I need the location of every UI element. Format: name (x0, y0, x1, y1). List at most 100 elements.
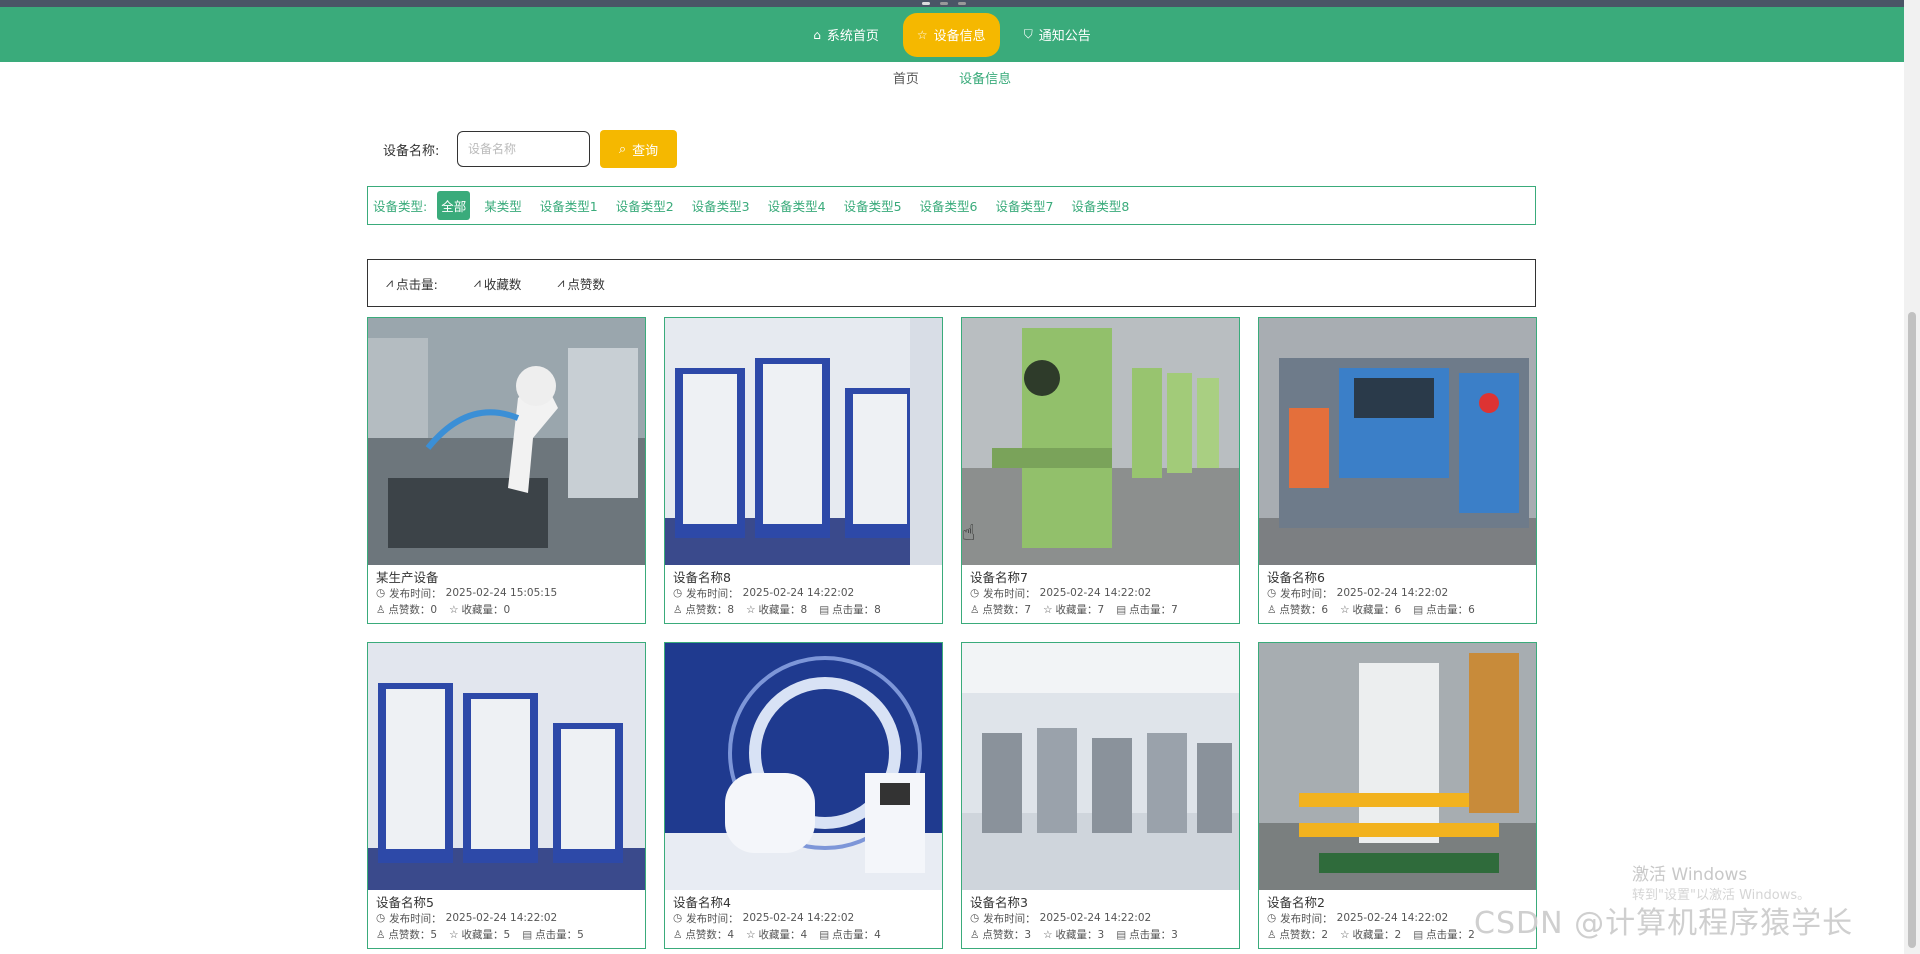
clicks-label: 点击量： (832, 929, 875, 941)
click-icon: ▤ (819, 929, 830, 941)
device-image[interactable] (962, 643, 1239, 890)
breadcrumb-home[interactable]: 首页 (893, 72, 919, 87)
nav-item-devices[interactable]: ☆ 设备信息 (902, 12, 1000, 57)
device-card[interactable]: 设备名称8 ◷ 发布时间： 2025-02-24 14:22:02 ♙ 点赞数：8… (664, 317, 943, 624)
device-card[interactable]: 某生产设备 ◷ 发布时间： 2025-02-24 15:05:15 ♙ 点赞数：0… (367, 317, 646, 624)
device-card[interactable]: 设备名称6 ◷ 发布时间： 2025-02-24 14:22:02 ♙ 点赞数：6… (1258, 317, 1537, 624)
clock-icon: ◷ (1267, 912, 1277, 924)
device-name[interactable]: 设备名称7 (970, 567, 1239, 585)
device-meta: ◷ 发布时间： 2025-02-24 14:22:02 (1267, 584, 1536, 602)
device-image[interactable] (665, 643, 942, 890)
clock-icon: ◷ (673, 912, 683, 924)
sort-by-clicks[interactable]: ⩘ 点击量: (386, 274, 438, 293)
clicks-count: 3 (1171, 929, 1178, 941)
thumb-icon: ♙ (970, 604, 980, 616)
publish-time: 2025-02-24 15:05:15 (445, 587, 558, 599)
thumb-icon: ♙ (376, 604, 386, 616)
search-label: 设备名称: (383, 143, 440, 159)
thumb-icon: ♙ (1267, 604, 1277, 616)
device-image[interactable] (368, 643, 645, 890)
time-label: 发布时间： (1280, 587, 1333, 600)
type-filter-item[interactable]: 设备类型5 (844, 196, 902, 215)
favs-label: 收藏量： (758, 929, 801, 941)
likes-count: 2 (1321, 929, 1329, 941)
star-icon: ☆ (1043, 604, 1053, 616)
device-image[interactable] (368, 318, 645, 565)
search-input[interactable] (457, 131, 590, 167)
csdn-watermark: CSDN @计算机程序猿学长 (1474, 906, 1854, 941)
carousel-dot[interactable] (922, 2, 930, 5)
sort-by-likes[interactable]: ⩘ 点赞数 (557, 274, 605, 293)
breadcrumb-current: 设备信息 (959, 72, 1012, 87)
likes-count: 4 (727, 929, 735, 941)
favs-count: 7 (1097, 604, 1105, 616)
type-filter-item[interactable]: 设备类型4 (768, 196, 826, 215)
device-name[interactable]: 设备名称5 (376, 892, 645, 910)
publish-time: 2025-02-24 14:22:02 (742, 912, 855, 924)
scrollbar[interactable] (1904, 0, 1920, 954)
time-label: 发布时间： (983, 912, 1036, 925)
device-name[interactable]: 设备名称8 (673, 567, 942, 585)
device-card[interactable]: 设备名称3 ◷ 发布时间： 2025-02-24 14:22:02 ♙ 点赞数：3… (961, 642, 1240, 949)
search-button[interactable]: ⌕ 查询 (600, 130, 677, 168)
device-image[interactable] (665, 318, 942, 565)
likes-label: 点赞数： (685, 929, 728, 941)
clicks-label: 点击量： (1129, 604, 1172, 616)
device-card[interactable]: 设备名称4 ◷ 发布时间： 2025-02-24 14:22:02 ♙ 点赞数：4… (664, 642, 943, 949)
favs-count: 4 (800, 929, 808, 941)
nav-item-notices[interactable]: ⛉ 通知公告 (1010, 13, 1105, 57)
type-filter-item[interactable]: 全部 (437, 191, 471, 220)
device-name[interactable]: 设备名称6 (1267, 567, 1536, 585)
star-icon: ☆ (1340, 929, 1350, 941)
device-card[interactable]: 设备名称5 ◷ 发布时间： 2025-02-24 14:22:02 ♙ 点赞数：5… (367, 642, 646, 949)
type-filter-item[interactable]: 设备类型6 (920, 196, 978, 215)
time-label: 发布时间： (686, 587, 739, 600)
clicks-count: 8 (874, 604, 881, 616)
mouse-cursor-icon: ☝ (962, 521, 976, 546)
main-nav: ⌂ 系统首页 ☆ 设备信息 ⛉ 通知公告 (0, 7, 1904, 62)
device-name[interactable]: 某生产设备 (376, 567, 645, 585)
chart-icon: ⩘ (386, 275, 394, 290)
clock-icon: ◷ (376, 912, 386, 924)
device-stats: ♙ 点赞数：4 ☆ 收藏量：4 ▤ 点击量：4 (673, 927, 942, 942)
favs-label: 收藏量： (1352, 929, 1395, 941)
time-label: 发布时间： (389, 912, 442, 925)
carousel-dot[interactable] (958, 2, 966, 5)
type-filter-item[interactable]: 某类型 (484, 196, 522, 215)
type-filter-item[interactable]: 设备类型8 (1071, 196, 1129, 215)
device-name[interactable]: 设备名称4 (673, 892, 942, 910)
favs-label: 收藏量： (758, 604, 801, 616)
carousel-dot[interactable] (940, 2, 948, 5)
device-stats: ♙ 点赞数：6 ☆ 收藏量：6 ▤ 点击量：6 (1267, 602, 1536, 617)
favs-count: 2 (1394, 929, 1402, 941)
star-icon: ☆ (916, 27, 928, 42)
search-row: 设备名称: ⌕ 查询 (383, 130, 677, 168)
device-image[interactable] (962, 318, 1239, 565)
top-strip (0, 0, 1904, 7)
device-card[interactable]: 设备名称7 ◷ 发布时间： 2025-02-24 14:22:02 ♙ 点赞数：7… (961, 317, 1240, 624)
sort-by-favorites[interactable]: ⩘ 收藏数 (474, 274, 522, 293)
nav-item-home[interactable]: ⌂ 系统首页 (799, 13, 893, 57)
type-filter-item[interactable]: 设备类型7 (995, 196, 1053, 215)
scrollbar-thumb[interactable] (1908, 312, 1916, 948)
publish-time: 2025-02-24 14:22:02 (1039, 587, 1152, 599)
favs-count: 5 (503, 929, 511, 941)
device-image[interactable] (1259, 318, 1536, 565)
thumb-icon: ♙ (673, 604, 683, 616)
sort-label: 收藏数 (483, 276, 522, 292)
clicks-label: 点击量： (1426, 929, 1469, 941)
click-icon: ▤ (819, 604, 830, 616)
likes-count: 8 (727, 604, 735, 616)
device-image[interactable] (1259, 643, 1536, 890)
device-name[interactable]: 设备名称3 (970, 892, 1239, 910)
clicks-label: 点击量： (832, 604, 875, 616)
type-filter-item[interactable]: 设备类型2 (616, 196, 674, 215)
favs-label: 收藏量： (461, 929, 504, 941)
star-icon: ☆ (746, 929, 756, 941)
star-icon: ☆ (449, 604, 459, 616)
clicks-count: 7 (1171, 604, 1178, 616)
type-filter-item[interactable]: 设备类型3 (692, 196, 750, 215)
publish-time: 2025-02-24 14:22:02 (742, 587, 855, 599)
likes-count: 7 (1024, 604, 1032, 616)
type-filter-item[interactable]: 设备类型1 (540, 196, 598, 215)
